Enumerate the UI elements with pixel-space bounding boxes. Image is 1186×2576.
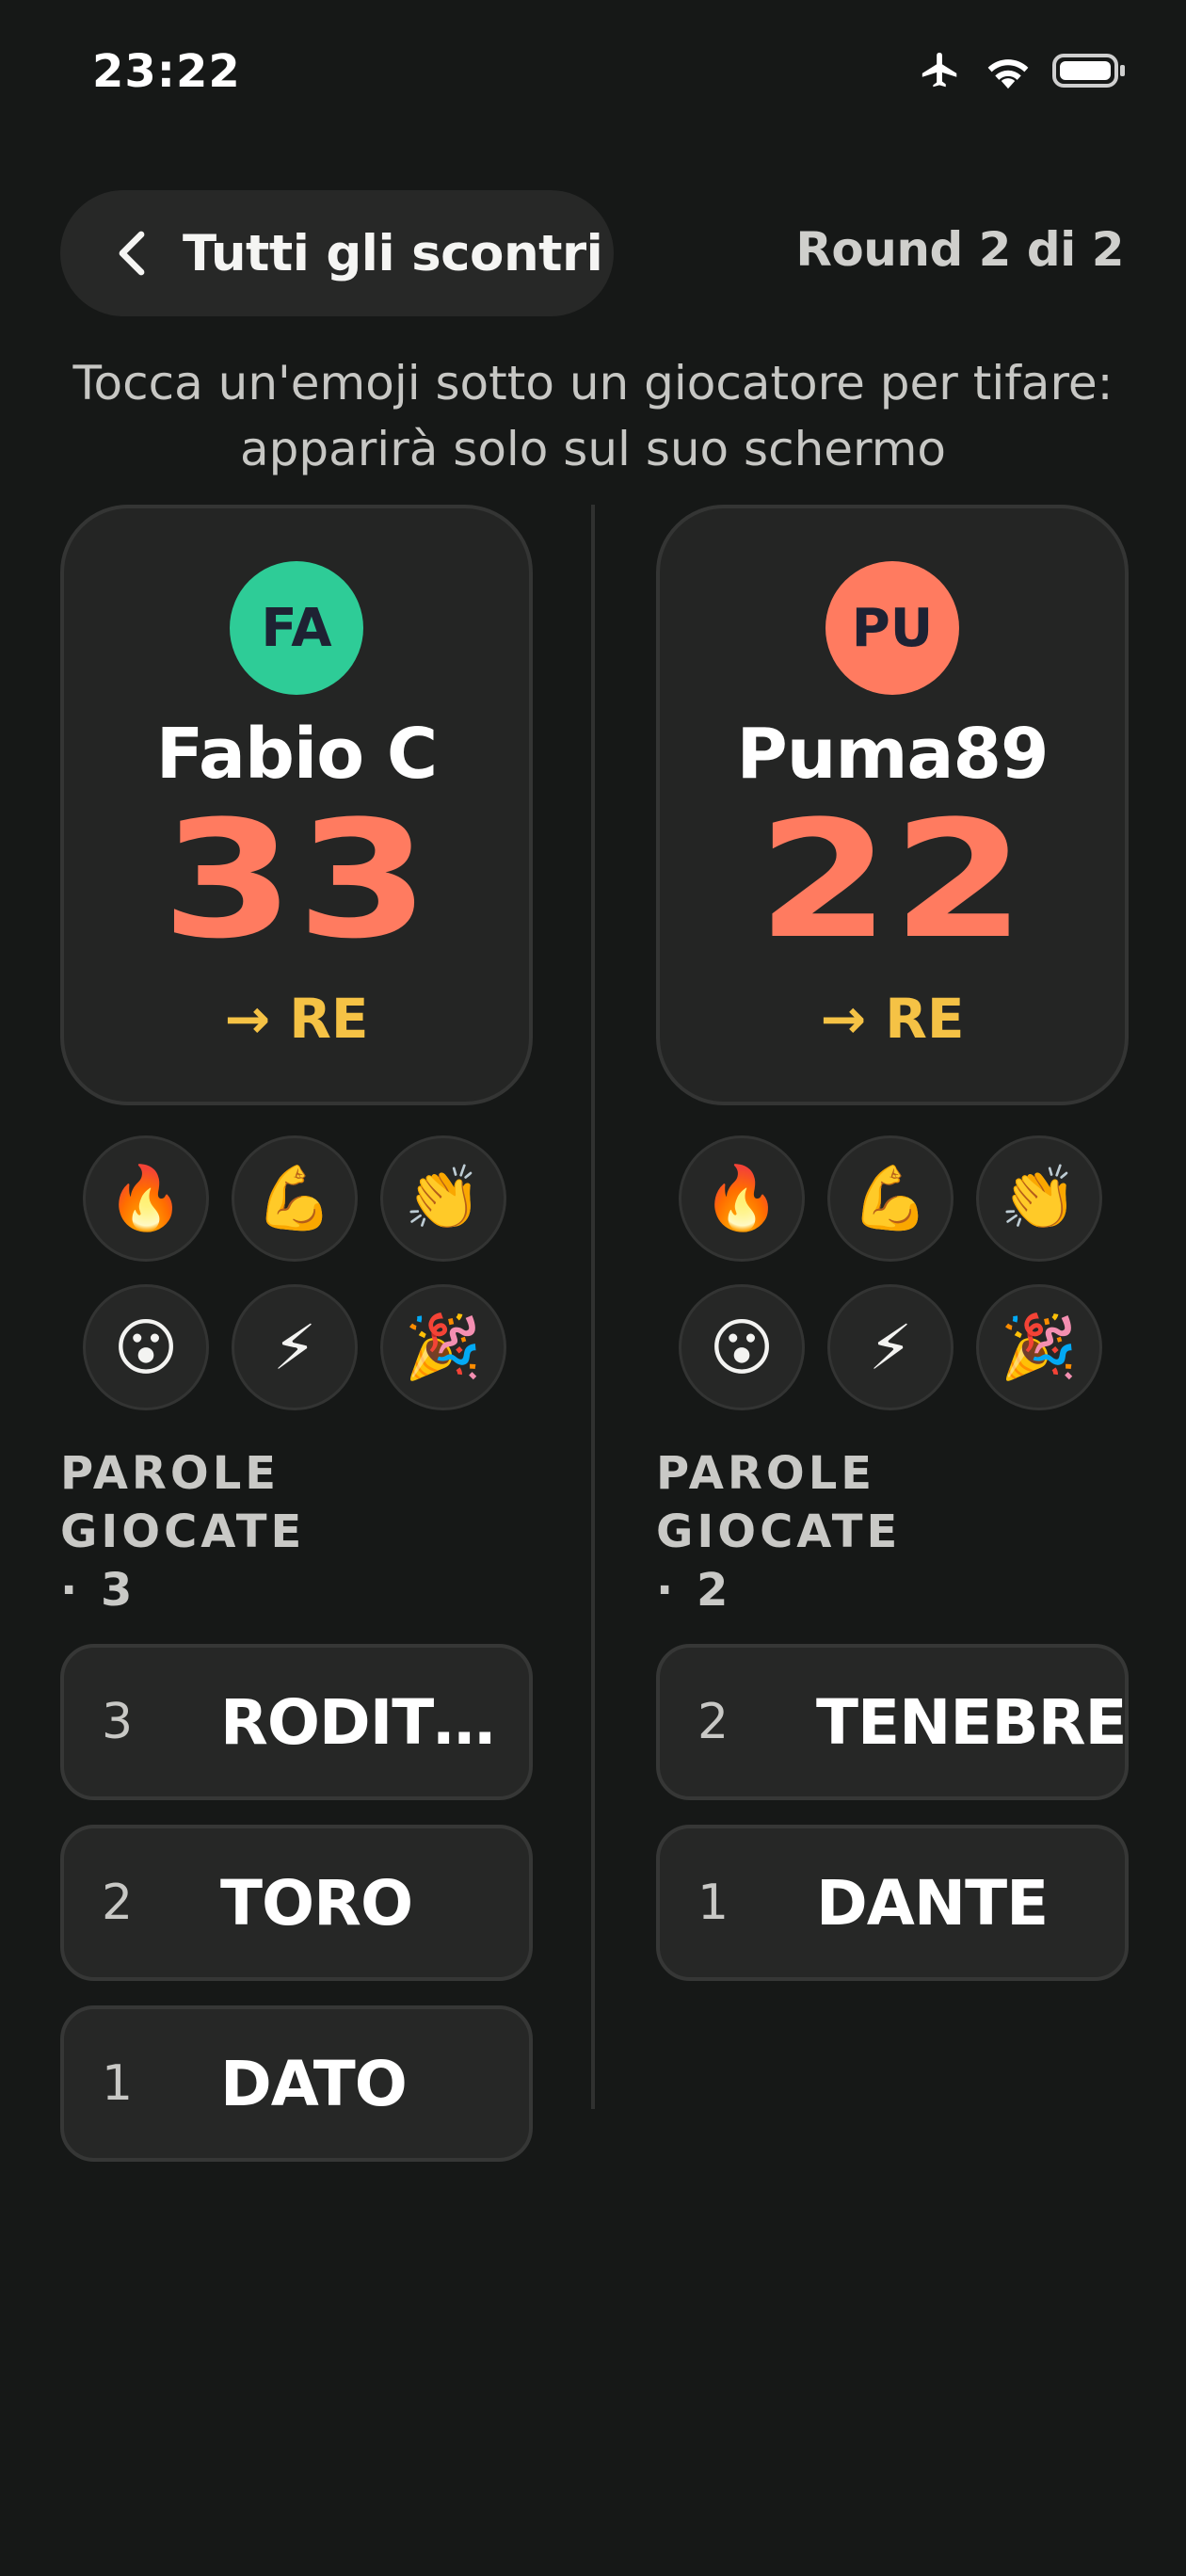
words-played-count: · 2 [656,1564,732,1617]
back-button-label: Tutti gli scontri [183,224,603,282]
emoji-reactions: 🔥 💪 👏 😮 ⚡ 🎉 [83,1135,533,1410]
avatar: PU [825,561,959,695]
word-text: TENEBRE [816,1685,1125,1759]
word-rank: 2 [697,1694,729,1750]
emoji-reactions: 🔥 💪 👏 😮 ⚡ 🎉 [679,1135,1129,1410]
word-list-item: 2 TENEBRE [656,1644,1129,1800]
words-played-label: PAROLE GIOCATE [656,1447,902,1558]
words-played-count: · 3 [60,1564,136,1617]
words-played-label: PAROLE GIOCATE [60,1447,306,1558]
word-rank: 1 [697,1875,729,1931]
party-emoji-button[interactable]: 🎉 [380,1284,506,1410]
word-text: DANTE [816,1866,1049,1940]
word-list-item: 1 DATO [60,2005,533,2162]
clap-emoji-button[interactable]: 👏 [976,1135,1102,1262]
status-bar: 23:22 [0,0,1186,151]
lightning-emoji-button[interactable]: ⚡ [827,1284,954,1410]
chevron-left-icon [119,231,145,276]
muscle-emoji-button[interactable]: 💪 [827,1135,954,1262]
airplane-icon [922,52,957,88]
round-indicator: Round 2 di 2 [795,222,1124,277]
player-column-1: FA Fabio C 33 → RE 🔥 💪 👏 😮 ⚡ 🎉 PAROLE GI… [60,505,533,2162]
player-score: 33 [161,785,432,974]
wifi-icon [987,59,1029,89]
player-name: Fabio C [155,714,438,795]
word-list-item: 2 TORO [60,1825,533,1981]
instructions-line-2: apparirà solo sul suo schermo [239,422,947,476]
word-list-item: 1 DANTE [656,1825,1129,1981]
party-emoji-button[interactable]: 🎉 [976,1284,1102,1410]
lightning-emoji-button[interactable]: ⚡ [232,1284,358,1410]
avatar: FA [230,561,363,695]
player-column-2: PU Puma89 22 → RE 🔥 💪 👏 😮 ⚡ 🎉 PAROLE GIO… [656,505,1129,1981]
player-next-turn: → RE [820,987,965,1051]
word-rank: 2 [102,1875,134,1931]
status-icons [917,49,1128,92]
player-next-turn: → RE [224,987,369,1051]
instructions: Tocca un'emoji sotto un giocatore per ti… [38,350,1148,482]
word-text: DATO [220,2047,408,2120]
word-rank: 1 [102,2055,134,2112]
player-card: PU Puma89 22 → RE [656,505,1129,1105]
player-score: 22 [757,785,1028,974]
column-divider [591,505,595,2109]
surprised-emoji-button[interactable]: 😮 [83,1284,209,1410]
word-rank: 3 [102,1694,134,1750]
surprised-emoji-button[interactable]: 😮 [679,1284,805,1410]
word-list: 3 RODIT… 2 TORO 1 DATO [60,1644,533,2162]
player-card: FA Fabio C 33 → RE [60,505,533,1105]
status-time: 23:22 [92,45,241,98]
clap-emoji-button[interactable]: 👏 [380,1135,506,1262]
back-button[interactable]: Tutti gli scontri [60,190,614,316]
muscle-emoji-button[interactable]: 💪 [232,1135,358,1262]
word-list-item: 3 RODIT… [60,1644,533,1800]
word-text: TORO [220,1866,413,1940]
fire-emoji-button[interactable]: 🔥 [83,1135,209,1262]
words-played-title: PAROLE GIOCATE · 2 [656,1444,1129,1619]
fire-emoji-button[interactable]: 🔥 [679,1135,805,1262]
word-text: RODIT… [220,1685,495,1759]
words-played-title: PAROLE GIOCATE · 3 [60,1444,533,1619]
word-list: 2 TENEBRE 1 DANTE [656,1644,1129,1981]
player-name: Puma89 [736,714,1050,795]
instructions-line-1: Tocca un'emoji sotto un giocatore per ti… [72,356,1114,411]
battery-icon [1052,54,1125,88]
